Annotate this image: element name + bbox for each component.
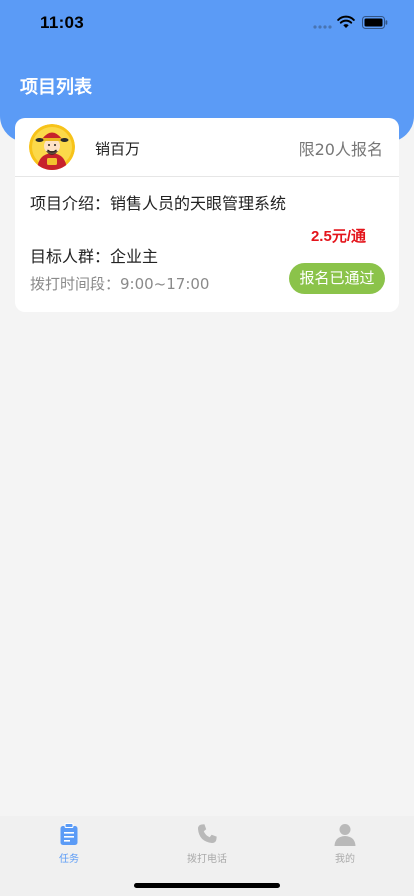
- project-card[interactable]: 销百万 限20人报名 项目介绍：销售人员的天眼管理系统 2.5元/通 目标人群：…: [15, 118, 399, 312]
- company-avatar: [29, 124, 75, 170]
- company-name: 销百万: [95, 140, 141, 158]
- status-time: 11:03: [40, 13, 85, 32]
- wifi-icon: [337, 15, 355, 28]
- tab-task[interactable]: 任务: [0, 816, 138, 876]
- home-indicator[interactable]: [134, 883, 280, 888]
- battery-icon: [362, 16, 388, 29]
- quota-label: 限20人报名: [298, 140, 383, 159]
- person-icon: [334, 824, 356, 846]
- signal-icon: [313, 25, 332, 29]
- tab-mine[interactable]: 我的: [276, 816, 414, 876]
- price-per-call: 2.5元/通: [310, 228, 366, 245]
- application-status-button[interactable]: 报名已通过: [289, 263, 385, 294]
- clipboard-icon: [60, 823, 78, 845]
- phone-icon: [197, 824, 217, 844]
- page-title: 项目列表: [20, 77, 92, 98]
- fortune-god-avatar-icon: [29, 124, 75, 170]
- card-header: 销百万 限20人报名: [15, 118, 399, 177]
- tab-label: 我的: [335, 854, 355, 865]
- tab-label: 拨打电话: [187, 854, 227, 865]
- tab-make-call[interactable]: 拨打电话: [138, 816, 276, 876]
- target-audience: 目标人群：企业主: [30, 247, 159, 266]
- call-time-range: 拨打时间段：9:00~17:00: [30, 275, 210, 293]
- status-bar: 11:03: [0, 0, 414, 46]
- tab-label: 任务: [59, 854, 79, 865]
- project-intro: 项目介绍：销售人员的天眼管理系统: [30, 194, 287, 213]
